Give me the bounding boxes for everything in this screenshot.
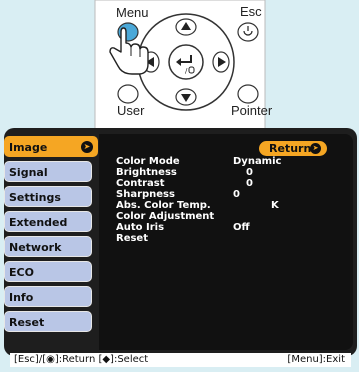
row-label: Reset [116,233,148,244]
sidebar-item-label: Info [9,291,34,304]
sidebar-item-label: Extended [9,216,68,229]
sidebar-item-label: Signal [9,166,48,179]
menu-label: Menu [116,5,149,20]
user-label: User [117,103,145,118]
pointer-label: Pointer [231,103,273,118]
esc-label: Esc [240,4,262,19]
row-label: Contrast [116,178,165,189]
menu-row-abs-color-temp[interactable]: Abs. Color Temp. [116,200,211,211]
help-text-left: [Esc]/[◉]:Return [◆]:Select [14,354,149,365]
user-button-shape [117,84,139,104]
sidebar-item-image[interactable]: Image ➤ [4,136,98,157]
sidebar-item-info[interactable]: Info [4,286,92,307]
sidebar-item-label: ECO [9,266,34,279]
help-text-right: [Menu]:Exit [287,354,345,365]
dpad-down-icon [175,88,197,106]
sidebar-item-reset[interactable]: Reset [4,311,92,332]
pointer-button-shape [237,84,259,104]
dpad-right-icon [212,51,230,73]
menu-row-brightness[interactable]: Brightness [116,167,177,178]
sidebar-item-label: Settings [9,191,61,204]
enter-chevron-icon: ➤ [81,141,93,153]
remote-svg: / [94,0,266,131]
row-label: Sharpness [116,189,175,200]
sidebar-item-label: Image [9,141,48,154]
sidebar-item-eco[interactable]: ECO [4,261,92,282]
row-label: Brightness [116,167,177,178]
menu-row-color-adjustment[interactable]: Color Adjustment [116,211,214,222]
menu-row-sharpness[interactable]: Sharpness [116,189,175,200]
sidebar-item-signal[interactable]: Signal [4,161,92,182]
remote-illustration: / Menu Esc User Pointer [0,0,359,132]
sidebar-item-settings[interactable]: Settings [4,186,92,207]
help-bar: [Esc]/[◉]:Return [◆]:Select [Menu]:Exit [10,353,351,367]
sidebar-item-label: Network [9,241,62,254]
row-label: Color Mode [116,156,180,167]
menu-row-color-mode[interactable]: Color Mode [116,156,180,167]
row-value-sharpness: 0 [233,189,240,200]
menu-row-contrast[interactable]: Contrast [116,178,165,189]
sidebar-item-extended[interactable]: Extended [4,211,92,232]
row-value-auto-iris: Off [233,222,250,233]
row-value-contrast: 0 [246,178,253,189]
row-value-color-mode: Dynamic [233,156,282,167]
row-label: Color Adjustment [116,211,215,222]
row-value-abs-color-temp: K [271,200,279,211]
row-value-brightness: 0 [246,167,253,178]
sidebar-item-network[interactable]: Network [4,236,92,257]
dpad-up-icon [175,18,197,36]
sidebar-item-label: Reset [9,316,45,329]
esc-button-icon [237,22,259,42]
row-label: Abs. Color Temp. [116,200,211,211]
menu-row-reset[interactable]: Reset [116,233,148,244]
row-label: Auto Iris [116,222,165,233]
return-label: Return [269,142,312,155]
enter-chevron-icon: ➤ [310,143,321,154]
menu-row-auto-iris[interactable]: Auto Iris [116,222,164,233]
return-button[interactable]: Return ➤ [259,141,327,156]
